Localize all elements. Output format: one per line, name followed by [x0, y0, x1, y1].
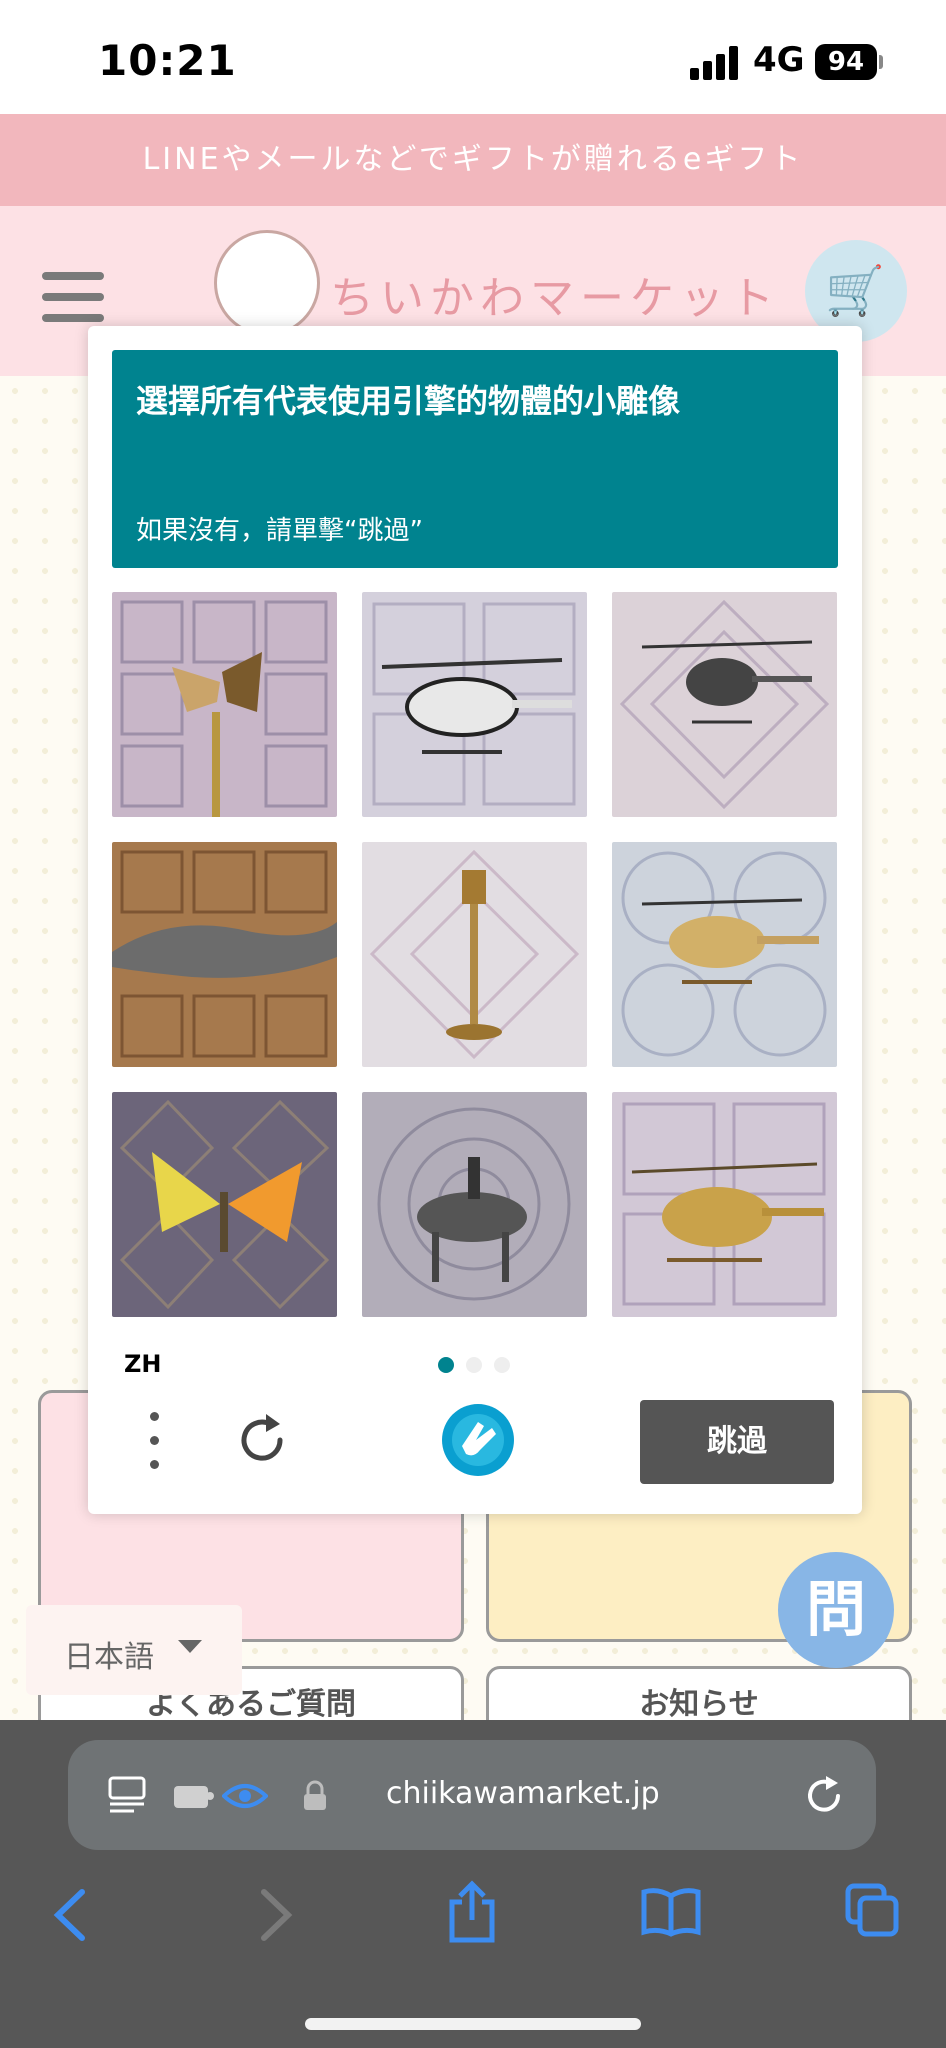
- language-label: 日本語: [64, 1640, 154, 1675]
- logo-mascot: [214, 230, 320, 336]
- chevron-down-icon: [178, 1640, 202, 1653]
- more-options-icon[interactable]: [140, 1412, 170, 1472]
- status-time: 10:21: [98, 36, 237, 85]
- captcha-prompt-subtitle: 如果沒有，請單擊“跳過”: [136, 516, 423, 546]
- skip-button[interactable]: 跳過: [640, 1400, 834, 1484]
- gift-banner[interactable]: LINEやメールなどでギフトが贈れるeギフト: [0, 114, 946, 206]
- captcha-tile[interactable]: [612, 842, 837, 1067]
- crocodile-figurine-image: [112, 842, 337, 1067]
- reader-icon[interactable]: [108, 1774, 148, 1814]
- lock-icon: [304, 1780, 326, 1810]
- back-icon[interactable]: [52, 1888, 88, 1942]
- captcha-language[interactable]: ZH: [124, 1350, 162, 1378]
- share-icon[interactable]: [446, 1880, 498, 1944]
- captcha-tile[interactable]: [362, 592, 587, 817]
- butterfly-figurine-image: [112, 1092, 337, 1317]
- tabs-icon[interactable]: [844, 1882, 900, 1938]
- bookmarks-icon[interactable]: [640, 1886, 702, 1938]
- reload-icon[interactable]: [802, 1774, 846, 1818]
- captcha-tile[interactable]: [612, 592, 837, 817]
- cart-icon: 🛒: [825, 263, 885, 319]
- battery-icon: 94: [815, 44, 877, 80]
- captcha-tile[interactable]: [112, 1092, 337, 1317]
- page-dot: [466, 1357, 482, 1373]
- forward-icon: [261, 1889, 293, 1941]
- butterfly-figurine-image: [112, 592, 337, 817]
- url-text[interactable]: chiikawamarket.jp: [386, 1776, 660, 1811]
- helicopter-figurine-image: [612, 592, 837, 817]
- helicopter-figurine-image: [362, 592, 587, 817]
- news-label: お知らせ: [639, 1687, 759, 1722]
- helicopter-figurine-image: [612, 842, 837, 1067]
- captcha-tile[interactable]: [612, 1092, 837, 1317]
- battery-tip: [879, 55, 883, 69]
- signal-icon: [690, 46, 740, 80]
- captcha-tile[interactable]: [112, 592, 337, 817]
- extension-icon[interactable]: [172, 1780, 214, 1812]
- network-type: 4G: [753, 40, 805, 80]
- street-lamp-figurine-image: [362, 842, 587, 1067]
- refresh-icon[interactable]: [232, 1410, 292, 1470]
- captcha-tile[interactable]: [112, 842, 337, 1067]
- captcha-prompt-title: 選擇所有代表使用引擎的物體的小雕像: [136, 382, 681, 420]
- captcha-tile[interactable]: [362, 1092, 587, 1317]
- home-indicator[interactable]: [305, 2018, 641, 2030]
- page-dot: [494, 1357, 510, 1373]
- menu-icon[interactable]: [42, 272, 104, 322]
- help-button[interactable]: 問: [778, 1552, 894, 1668]
- horse-rider-figurine-image: [362, 1092, 587, 1317]
- site-logo[interactable]: ちいかわマーケット: [330, 262, 780, 326]
- helicopter-figurine-image: [612, 1092, 837, 1317]
- captcha-tile[interactable]: [362, 842, 587, 1067]
- page-dot-active: [438, 1357, 454, 1373]
- eye-icon[interactable]: [222, 1780, 268, 1812]
- hcaptcha-logo-icon[interactable]: [438, 1400, 518, 1480]
